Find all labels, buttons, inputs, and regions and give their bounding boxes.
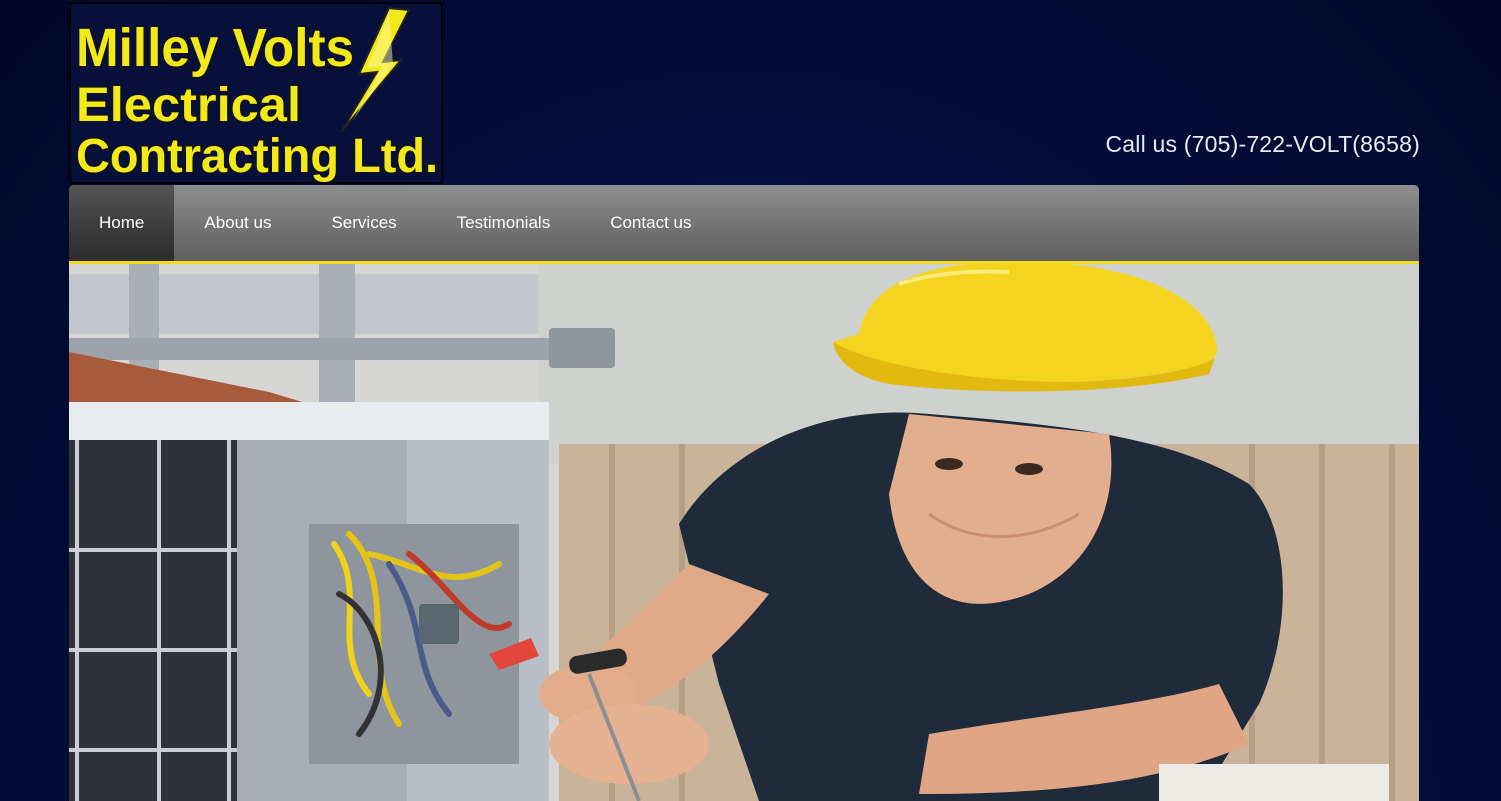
nav-item-testimonials[interactable]: Testimonials xyxy=(427,185,581,261)
nav-item-home[interactable]: Home xyxy=(69,185,175,261)
logo-line-2: Electrical xyxy=(76,79,301,132)
logo-line-1: Milley Volts xyxy=(76,18,354,78)
company-logo[interactable]: Milley Volts Electrical Contracting Ltd. xyxy=(69,2,443,184)
nav-item-contact-us[interactable]: Contact us xyxy=(580,185,721,261)
logo-line-3: Contracting Ltd. xyxy=(76,130,438,182)
phone-number: Call us (705)-722-VOLT(8658) xyxy=(1105,131,1420,157)
nav-item-services[interactable]: Services xyxy=(301,185,426,261)
hero-image xyxy=(69,264,1419,801)
nav-item-about-us[interactable]: About us xyxy=(174,185,301,261)
main-navigation: Home About us Services Testimonials Cont… xyxy=(69,185,1419,264)
